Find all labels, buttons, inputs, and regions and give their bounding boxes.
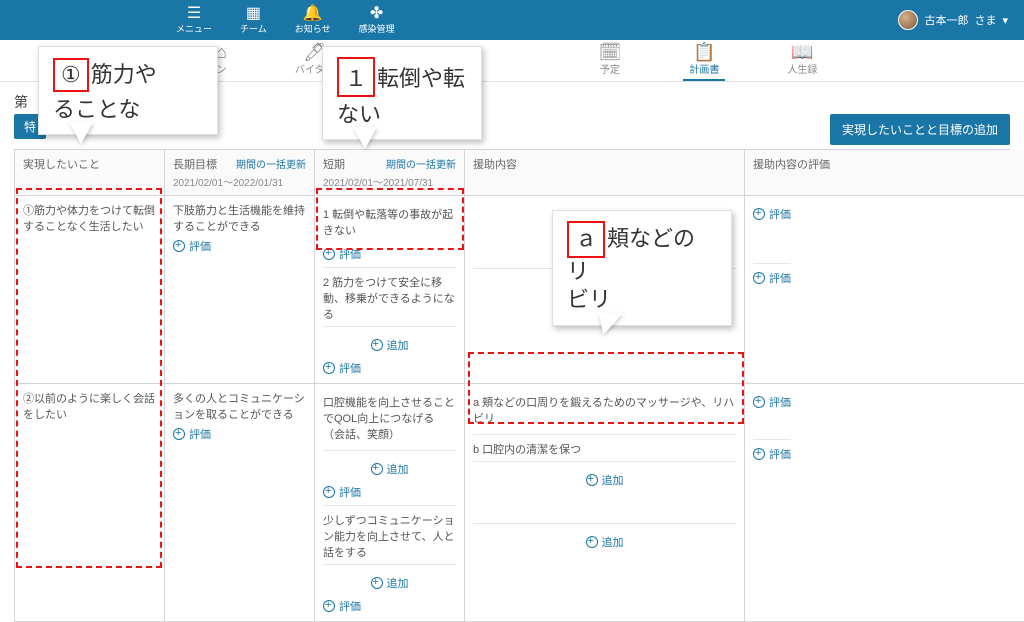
short-text: 少しずつコミュニケーション能力を向上させて、人と話をする — [323, 505, 456, 560]
wish-text: ②以前のように楽しく会話をしたい — [23, 390, 156, 422]
nav-menu[interactable]: ☰ メニュー — [166, 4, 222, 37]
bulk-update-long[interactable]: 期間の一括更新 — [236, 156, 306, 171]
eval-link[interactable]: 評価 — [173, 238, 211, 254]
plus-icon — [323, 362, 335, 374]
support-cell: a 頬などの口周りを鍛えるためのマッサージや、リハビリ b 口腔内の清潔を保つ … — [465, 384, 745, 622]
eval-link[interactable]: 評価 — [753, 394, 791, 410]
short-cell: 口腔機能を向上させることでQOL向上につなげる（会話、笑顔） 追加 評価 少しず… — [315, 384, 465, 622]
plus-icon — [323, 248, 335, 260]
plus-icon — [753, 272, 765, 284]
wish-text: ①筋力や体力をつけて転倒することなく生活したい — [23, 202, 156, 234]
plus-icon — [586, 474, 598, 486]
support-eval-cell: 評価 評価 — [745, 384, 1024, 622]
plus-icon — [753, 448, 765, 460]
annotation-highlight: ａ — [567, 221, 605, 258]
plus-icon — [173, 240, 185, 252]
user-name: 古本一郎 — [924, 12, 968, 28]
tab-life[interactable]: 📖 人生録 — [781, 40, 823, 81]
book-icon: 📖 — [791, 43, 813, 61]
eval-link[interactable]: 評価 — [753, 206, 791, 222]
annotation-callout-3: ａ頬などのリ ビリ — [552, 210, 732, 326]
long-text: 多くの人とコミュニケーションを取ることができる — [173, 390, 306, 422]
short-text: 口腔機能を向上させることでQOL向上につなげる（会話、笑顔） — [323, 390, 456, 446]
add-link[interactable]: 追加 — [371, 575, 409, 591]
tab-plan[interactable]: 📋 計画書 — [683, 40, 725, 81]
eval-link[interactable]: 評価 — [323, 360, 361, 376]
clipboard-icon: 📋 — [693, 43, 715, 61]
gear-icon: ✤ — [370, 6, 383, 22]
short-text: 2 筋力をつけて安全に移動、移乗ができるようになる — [323, 267, 456, 322]
nav-team[interactable]: ▦ チーム — [230, 4, 277, 37]
long-text: 下肢筋力と生活機能を維持することができる — [173, 202, 306, 234]
nav-team-label: チーム — [240, 22, 267, 35]
annotation-callout-1: ①筋力や ることな — [38, 46, 218, 135]
plus-icon — [173, 428, 185, 440]
top-navbar: ☰ メニュー ▦ チーム 🔔 お知らせ ✤ 感染管理 古本一郎さま ▾ — [0, 0, 1024, 40]
add-link[interactable]: 追加 — [371, 337, 409, 353]
col-wish-label: 実現したいこと — [23, 156, 156, 172]
nav-infection-label: 感染管理 — [359, 22, 395, 35]
plus-icon — [753, 208, 765, 220]
short-cell: 1 転倒や転落等の事故が起きない 評価 2 筋力をつけて安全に移動、移乗ができる… — [315, 196, 465, 384]
wish-cell: ②以前のように楽しく会話をしたい — [15, 384, 165, 622]
long-cell: 下肢筋力と生活機能を維持することができる 評価 — [165, 196, 315, 384]
col-support-eval-label: 援助内容の評価 — [753, 156, 1016, 172]
col-support: 援助内容 — [465, 150, 745, 196]
col-wish: 実現したいこと — [15, 150, 165, 196]
long-cell: 多くの人とコミュニケーションを取ることができる 評価 — [165, 384, 315, 622]
annotation-highlight: １ — [337, 57, 375, 97]
plus-icon — [371, 577, 383, 589]
eval-link[interactable]: 評価 — [173, 426, 211, 442]
plus-icon — [323, 600, 335, 612]
add-link[interactable]: 追加 — [586, 534, 624, 550]
add-link[interactable]: 追加 — [586, 472, 624, 488]
col-support-label: 援助内容 — [473, 156, 736, 172]
calendar-icon: 🗓 — [598, 43, 621, 61]
chevron-down-icon: ▾ — [1002, 14, 1008, 27]
col-support-eval: 援助内容の評価 — [745, 150, 1024, 196]
plus-icon — [371, 339, 383, 351]
eval-link[interactable]: 評価 — [323, 246, 361, 262]
col-long-range: 2021/02/01～2022/01/31 — [173, 174, 306, 189]
tab-schedule[interactable]: 🗓 予定 — [592, 40, 627, 81]
eval-link[interactable]: 評価 — [323, 484, 361, 500]
nav-menu-label: メニュー — [176, 22, 212, 35]
col-long: 長期目標 期間の一括更新 2021/02/01～2022/01/31 — [165, 150, 315, 196]
wish-cell: ①筋力や体力をつけて転倒することなく生活したい — [15, 196, 165, 384]
plus-icon — [753, 396, 765, 408]
tab-plan-label: 計画書 — [689, 61, 719, 76]
add-link[interactable]: 追加 — [371, 461, 409, 477]
nav-notice-label: お知らせ — [295, 22, 331, 35]
plus-icon — [371, 463, 383, 475]
eval-link[interactable]: 評価 — [753, 263, 791, 286]
nav-infection[interactable]: ✤ 感染管理 — [349, 4, 405, 37]
tab-schedule-label: 予定 — [600, 61, 620, 76]
annotation-callout-2: １転倒や転 ない — [322, 46, 482, 140]
col-short-range: 2021/02/01～2021/07/31 — [323, 174, 456, 189]
plus-icon — [323, 486, 335, 498]
plus-icon — [586, 536, 598, 548]
add-goal-button[interactable]: 実現したいことと目標の追加 — [830, 114, 1010, 145]
eval-link[interactable]: 評価 — [753, 439, 791, 462]
col-short: 短期 期間の一括更新 2021/02/01～2021/07/31 — [315, 150, 465, 196]
col-long-label: 長期目標 — [173, 159, 217, 171]
tab-life-label: 人生録 — [787, 61, 817, 76]
eval-link[interactable]: 評価 — [323, 598, 361, 614]
grid-icon: ▦ — [246, 6, 261, 22]
col-short-label: 短期 — [323, 159, 345, 171]
user-suffix: さま — [974, 12, 996, 28]
support-text: b 口腔内の清潔を保つ — [473, 434, 736, 457]
nav-notice[interactable]: 🔔 お知らせ — [285, 4, 341, 37]
hamburger-icon: ☰ — [187, 6, 201, 22]
plan-grid: 実現したいこと 長期目標 期間の一括更新 2021/02/01～2022/01/… — [14, 149, 1010, 622]
avatar — [898, 10, 918, 30]
user-menu[interactable]: 古本一郎さま ▾ — [898, 10, 1008, 30]
short-text: 1 転倒や転落等の事故が起きない — [323, 202, 456, 242]
annotation-highlight: ① — [53, 58, 89, 92]
bulk-update-short[interactable]: 期間の一括更新 — [386, 156, 456, 171]
support-text: a 頬などの口周りを鍛えるためのマッサージや、リハビリ — [473, 390, 736, 430]
support-eval-cell: 評価 評価 — [745, 196, 1024, 384]
bell-icon: 🔔 — [303, 6, 323, 22]
